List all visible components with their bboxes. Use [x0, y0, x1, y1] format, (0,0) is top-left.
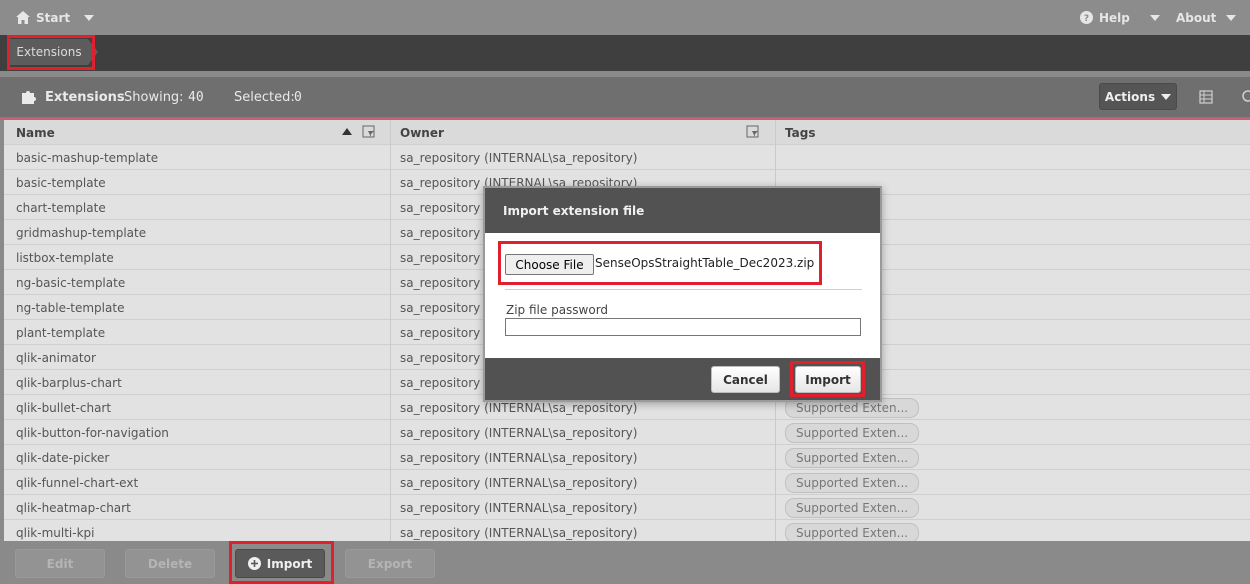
- zip-password-field[interactable]: [505, 318, 861, 336]
- extension-name: qlik-bullet-chart: [16, 400, 112, 415]
- table-row[interactable]: qlik-funnel-chart-ext sa_repository (INTE…: [4, 470, 1250, 495]
- start-menu[interactable]: Start: [16, 0, 95, 35]
- extension-tags: Supported Exten...: [785, 470, 1245, 495]
- table-row[interactable]: qlik-date-picker sa_repository (INTERNAL\…: [4, 445, 1250, 470]
- section-header: Extensions Showing: 40 Selected: 0: [0, 77, 1250, 120]
- filter-icon[interactable]: [362, 125, 376, 139]
- extension-name: ng-table-template: [16, 300, 125, 315]
- extension-owner: sa_repository (INTERNAL\sa_repository): [400, 150, 638, 165]
- extension-owner: sa_repository (INTERNAL\sa_repository): [400, 450, 638, 465]
- export-button[interactable]: Export: [345, 549, 435, 578]
- cancel-button[interactable]: Cancel: [711, 366, 780, 393]
- help-label: Help: [1099, 10, 1130, 25]
- highlight-box-dialog-import: [790, 361, 865, 397]
- zip-password-label: Zip file password: [506, 303, 609, 317]
- extension-name: qlik-button-for-navigation: [16, 425, 169, 440]
- help-menu[interactable]: ? Help: [1080, 0, 1160, 35]
- table-view-icon[interactable]: [1199, 90, 1213, 104]
- dialog-title: Import extension file: [485, 188, 880, 233]
- extension-name: plant-template: [16, 325, 106, 340]
- about-menu[interactable]: About: [1176, 0, 1237, 35]
- highlight-box-file: [498, 241, 822, 285]
- extension-name: qlik-date-picker: [16, 450, 110, 465]
- actions-label: Actions: [1104, 89, 1156, 104]
- extension-name: qlik-animator: [16, 350, 96, 365]
- extension-name: ng-basic-template: [16, 275, 126, 290]
- tag-badge: Supported Exten...: [785, 422, 920, 443]
- showing-label: Showing:: [124, 89, 184, 105]
- delete-button[interactable]: Delete: [125, 549, 215, 578]
- extension-name: gridmashup-template: [16, 225, 147, 240]
- chevron-down-icon: [1226, 14, 1237, 21]
- chevron-down-icon: [1149, 14, 1160, 21]
- tag-badge: Supported Exten...: [785, 497, 920, 518]
- table-row[interactable]: qlik-button-for-navigation sa_repository …: [4, 420, 1250, 445]
- svg-text:?: ?: [1084, 14, 1089, 24]
- puzzle-icon: [22, 91, 36, 104]
- extension-tags: Supported Exten...: [785, 495, 1245, 520]
- start-label: Start: [36, 10, 71, 25]
- extension-name: qlik-heatmap-chart: [16, 500, 131, 515]
- extension-name: qlik-funnel-chart-ext: [16, 475, 139, 490]
- highlight-box-import: [229, 541, 334, 584]
- tag-badge: Supported Exten...: [785, 472, 920, 493]
- extension-owner: sa_repository (INTERNAL\sa_repository): [400, 500, 638, 515]
- extension-tags: Supported Exten...: [785, 445, 1245, 470]
- tag-badge: Supported Exten...: [785, 447, 920, 468]
- extension-name: qlik-barplus-chart: [16, 375, 122, 390]
- section-title: Extensions: [45, 89, 125, 105]
- extension-tags: [785, 145, 1245, 170]
- extension-owner: sa_repository (INTERNAL\sa_repository): [400, 425, 638, 440]
- import-extension-dialog: Import extension file Choose File SenseO…: [483, 186, 882, 402]
- about-label: About: [1176, 10, 1217, 25]
- table-header-row: Name Owner Tags: [4, 120, 1250, 145]
- chevron-down-icon: [84, 14, 95, 21]
- filter-icon[interactable]: [746, 125, 760, 139]
- column-header-name[interactable]: Name: [16, 120, 386, 145]
- edit-button[interactable]: Edit: [15, 549, 105, 578]
- column-header-tags[interactable]: Tags: [785, 120, 1245, 145]
- actions-button[interactable]: Actions: [1099, 83, 1177, 110]
- divider: [505, 289, 862, 290]
- highlight-box-breadcrumb: [7, 35, 95, 70]
- extension-name: basic-mashup-template: [16, 150, 159, 165]
- home-icon: [16, 11, 30, 24]
- selected-label: Selected:: [234, 89, 295, 105]
- extension-name: listbox-template: [16, 250, 114, 265]
- top-navigation-bar: Start ? Help About: [0, 0, 1250, 35]
- selected-count: 0: [294, 89, 302, 105]
- search-icon[interactable]: [1240, 90, 1250, 104]
- help-icon: ?: [1080, 11, 1093, 24]
- extension-name: chart-template: [16, 200, 106, 215]
- table-row[interactable]: qlik-heatmap-chart sa_repository (INTERNA…: [4, 495, 1250, 520]
- extension-tags: Supported Exten...: [785, 420, 1245, 445]
- tag-badge: Supported Exten...: [785, 522, 920, 543]
- extension-name: basic-template: [16, 175, 106, 190]
- chevron-down-icon: [1161, 93, 1172, 100]
- sort-ascending-icon[interactable]: [342, 128, 352, 135]
- column-header-owner[interactable]: Owner: [400, 120, 770, 145]
- table-row[interactable]: basic-mashup-template sa_repository (INTE…: [4, 145, 1250, 170]
- breadcrumb-bar: [0, 35, 1250, 71]
- extension-owner: sa_repository (INTERNAL\sa_repository): [400, 475, 638, 490]
- showing-count: 40: [188, 89, 204, 105]
